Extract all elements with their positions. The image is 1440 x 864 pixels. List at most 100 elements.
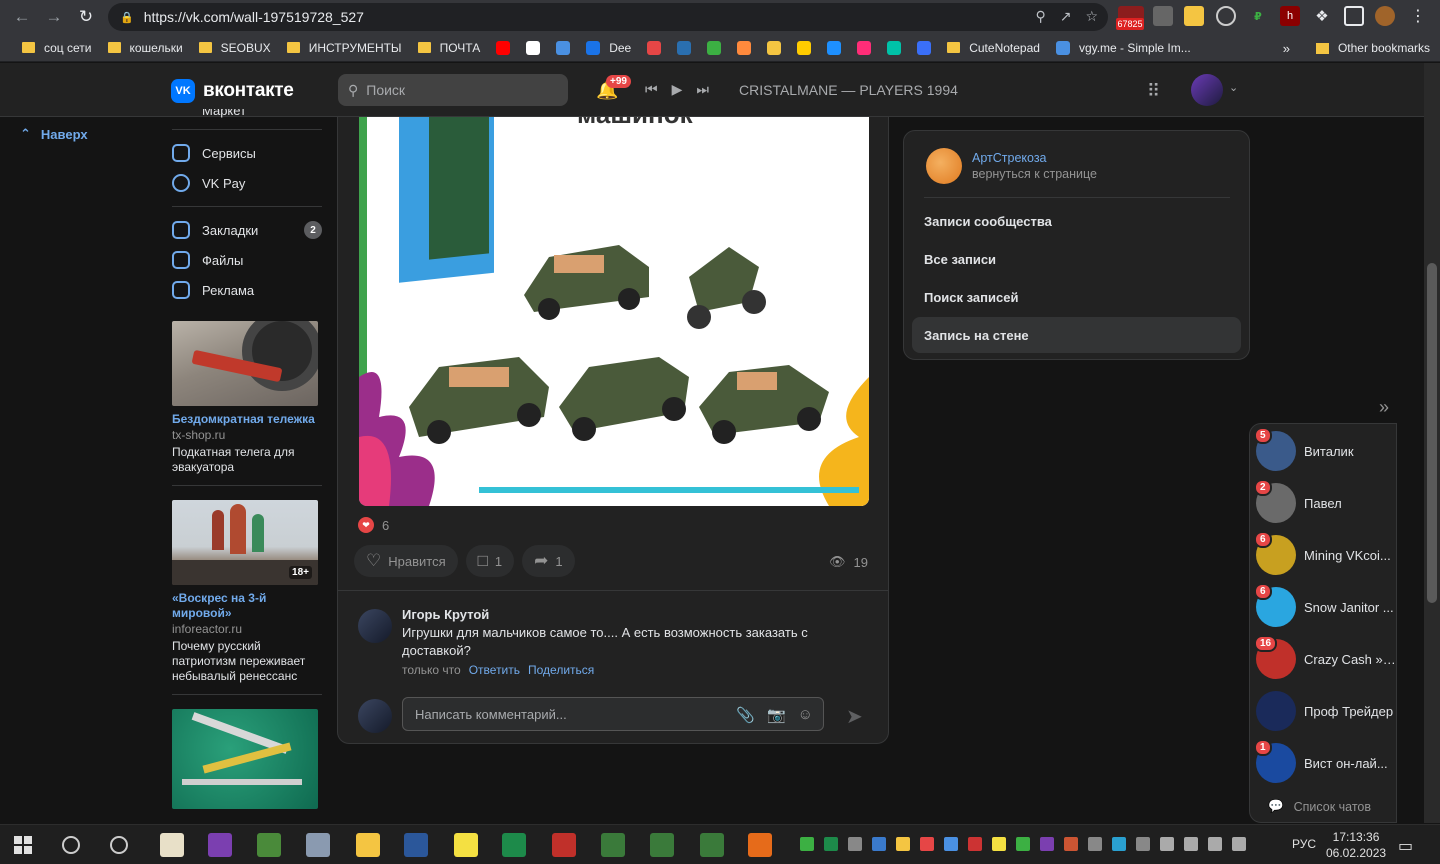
system-tray-icon[interactable] xyxy=(824,837,838,851)
bookmark-item[interactable] xyxy=(669,34,699,62)
ad-image-cathedral[interactable]: 18+ xyxy=(172,500,318,585)
ad-image-toolkit[interactable] xyxy=(172,709,318,809)
chevron-down-icon[interactable]: ⌄ xyxy=(1229,81,1238,94)
page-scrollbar[interactable] xyxy=(1424,63,1440,823)
chat-item[interactable]: 1 Вист он-лай... xyxy=(1254,739,1396,784)
bookmark-item[interactable]: ИНСТРУМЕНТЫ xyxy=(279,34,410,62)
chrome-icon[interactable] xyxy=(601,833,625,857)
system-tray-icon[interactable] xyxy=(1016,837,1030,851)
play-icon[interactable]: ▶ xyxy=(672,81,683,98)
share-icon[interactable]: ↗ xyxy=(1060,8,1072,25)
system-tray-icon[interactable] xyxy=(1112,837,1126,851)
share-button[interactable]: ➦ 1 xyxy=(522,545,575,577)
comment-input[interactable] xyxy=(415,706,725,722)
reactions-summary[interactable]: ❤ 6 xyxy=(358,517,389,533)
post-image[interactable]: машинок xyxy=(359,117,869,506)
bookmark-item[interactable] xyxy=(488,34,518,62)
group-avatar[interactable] xyxy=(926,148,962,184)
system-tray-icon[interactable] xyxy=(992,837,1006,851)
chat-item[interactable]: Проф Трейдер xyxy=(1256,690,1396,732)
bookmark-item[interactable] xyxy=(639,34,669,62)
emoji-icon[interactable]: ☺ xyxy=(798,706,813,724)
nav-community-posts[interactable]: Записи сообщества xyxy=(912,203,1241,239)
notepad-icon[interactable] xyxy=(160,833,184,857)
bookmark-item[interactable]: SEOBUX xyxy=(191,34,279,62)
scroll-to-top-link[interactable]: ⌃ Наверх xyxy=(20,126,88,142)
system-tray-icon[interactable] xyxy=(872,837,886,851)
reply-link[interactable]: Ответить xyxy=(469,663,520,677)
now-playing-text[interactable]: CRISTALMANE — PLAYERS 1994 xyxy=(739,82,958,98)
chrome-2-icon[interactable] xyxy=(650,833,674,857)
ad-title[interactable]: Бездомкратная тележка xyxy=(172,412,318,427)
attach-icon[interactable]: 📎 xyxy=(736,706,755,724)
zoom-icon[interactable]: ⚲ xyxy=(1035,8,1045,25)
folder-icon[interactable] xyxy=(356,833,380,857)
search-box[interactable]: ⚲ xyxy=(338,74,568,106)
bookmark-item[interactable] xyxy=(729,34,759,62)
settings-icon[interactable] xyxy=(306,833,330,857)
share-comment-link[interactable]: Поделиться xyxy=(528,663,594,677)
group-link[interactable]: АртСтрекоза вернуться к странице xyxy=(926,148,1097,184)
vk-logo[interactable]: VK вконтакте xyxy=(171,79,294,103)
like-button[interactable]: ♡ Нравится xyxy=(354,545,458,577)
nav-search-posts[interactable]: Поиск записей xyxy=(912,279,1241,315)
bookmark-item[interactable] xyxy=(909,34,939,62)
system-tray-icon[interactable] xyxy=(968,837,982,851)
system-tray-icon[interactable] xyxy=(800,837,814,851)
back-arrow-icon[interactable]: ← xyxy=(6,0,38,34)
system-tray-icon[interactable] xyxy=(920,837,934,851)
system-tray-icon[interactable] xyxy=(1088,837,1102,851)
chat-item[interactable]: 6 Mining VKcoi... xyxy=(1254,531,1396,576)
task-view-icon[interactable] xyxy=(110,836,128,854)
user-avatar[interactable] xyxy=(1191,74,1223,106)
system-tray-icon[interactable] xyxy=(1232,837,1246,851)
ad-block[interactable]: 18+ «Воскрес на 3-й мировой» inforeactor… xyxy=(172,500,318,684)
other-bookmarks[interactable]: Other bookmarks xyxy=(1315,34,1430,62)
reload-icon[interactable]: ↻ xyxy=(70,0,102,34)
current-user-avatar[interactable] xyxy=(358,699,392,733)
ad-block[interactable] xyxy=(172,709,318,809)
spreadsheet-icon[interactable] xyxy=(502,833,526,857)
bookmark-item[interactable]: соц сети xyxy=(14,34,100,62)
chat-item[interactable]: 6 Snow Janitor ... xyxy=(1254,583,1396,628)
system-tray-icon[interactable] xyxy=(1040,837,1054,851)
chat-item[interactable]: 16 Crazy Cash » ... xyxy=(1254,635,1396,680)
bookmark-item[interactable] xyxy=(699,34,729,62)
shield-icon[interactable] xyxy=(1153,6,1173,26)
send-icon[interactable]: ➤ xyxy=(846,704,863,729)
sticky-notes-icon[interactable] xyxy=(454,833,478,857)
sidebar-item-files[interactable]: Файлы xyxy=(172,245,322,275)
search-icon[interactable] xyxy=(62,836,80,854)
firefox-icon[interactable] xyxy=(748,833,772,857)
comment-avatar[interactable] xyxy=(358,609,392,643)
bookmark-item[interactable]: vgy.me - Simple Im... xyxy=(1048,34,1199,62)
sidebar-item-bookmarks[interactable]: Закладки 2 xyxy=(172,215,322,245)
bookmark-item[interactable] xyxy=(548,34,578,62)
chat-item[interactable]: 5 Виталик xyxy=(1254,427,1396,472)
bookmarks-overflow-icon[interactable]: » xyxy=(1283,34,1290,62)
comment-author[interactable]: Игорь Крутой xyxy=(402,607,842,622)
system-tray-icon[interactable] xyxy=(944,837,958,851)
system-tray-icon[interactable] xyxy=(1184,837,1198,851)
system-tray-icon[interactable] xyxy=(1064,837,1078,851)
nav-all-posts[interactable]: Все записи xyxy=(912,241,1241,277)
system-tray-icon[interactable] xyxy=(1136,837,1150,851)
ad-block[interactable]: Бездомкратная тележка tx-shop.ru Подкатн… xyxy=(172,321,318,475)
bookmark-item[interactable] xyxy=(789,34,819,62)
sidebar-panel-icon[interactable] xyxy=(1344,6,1364,26)
forward-arrow-icon[interactable]: → xyxy=(38,0,70,34)
clock[interactable]: 17:13:36 06.02.2023 xyxy=(1326,829,1386,861)
scrollbar-thumb[interactable] xyxy=(1427,263,1437,603)
chats-toggle-icon[interactable]: » xyxy=(1379,397,1389,418)
extension-h-icon[interactable]: h xyxy=(1280,6,1300,26)
onenote-icon[interactable] xyxy=(208,833,232,857)
bookmark-item[interactable] xyxy=(849,34,879,62)
star-icon[interactable]: ☆ xyxy=(1085,8,1098,25)
word-icon[interactable] xyxy=(404,833,428,857)
notifications-icon[interactable]: ▭ xyxy=(1398,836,1413,856)
system-tray-icon[interactable] xyxy=(1160,837,1174,851)
extension-bulb-icon[interactable] xyxy=(1216,6,1236,26)
app-8-icon[interactable] xyxy=(552,833,576,857)
group-name[interactable]: АртСтрекоза xyxy=(972,151,1097,165)
edit-icon[interactable] xyxy=(257,833,281,857)
